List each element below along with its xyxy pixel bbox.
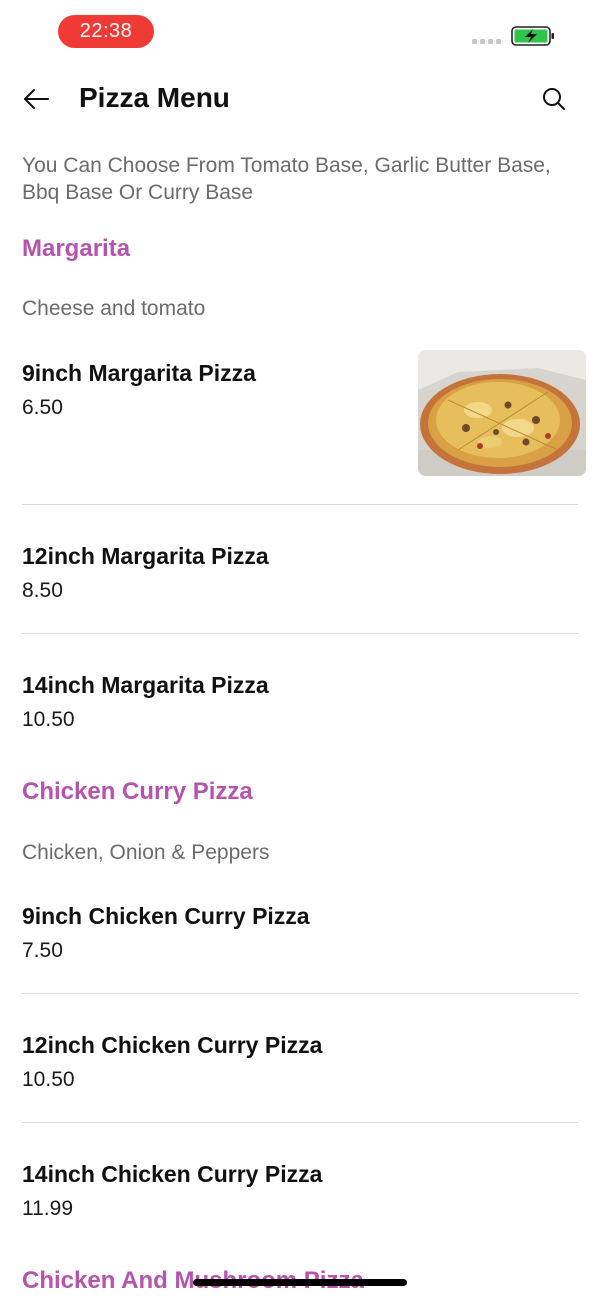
item-divider <box>22 1122 578 1123</box>
item-price: 10.50 <box>22 1068 75 1091</box>
category-description: Cheese and tomato <box>22 297 206 320</box>
menu-intro-text: You Can Choose From Tomato Base, Garlic … <box>22 154 551 204</box>
item-price: 10.50 <box>22 708 75 731</box>
menu-item[interactable]: 9inch Chicken Curry Pizza 7.50 <box>22 902 578 964</box>
category-title-margarita: Margarita <box>22 235 131 262</box>
search-button[interactable] <box>538 84 570 114</box>
pizza-image <box>418 350 586 476</box>
item-price: 8.50 <box>22 579 63 602</box>
battery-charging-icon <box>511 26 554 46</box>
status-bar: 22:38 <box>0 0 600 64</box>
item-divider <box>22 504 578 505</box>
screen: 22:38 Pizza Menu You Can Choose From Tom… <box>0 0 600 1298</box>
app-header: Pizza Menu <box>0 64 600 134</box>
page-title: Pizza Menu <box>79 82 230 113</box>
item-name: 14inch Chicken Curry Pizza <box>22 1161 323 1187</box>
item-divider <box>22 633 578 634</box>
category-description: Chicken, Onion & Peppers <box>22 841 270 864</box>
pizza-thumbnail[interactable] <box>418 350 586 476</box>
signal-icon <box>472 39 501 44</box>
home-indicator[interactable] <box>193 1279 407 1286</box>
item-price: 7.50 <box>22 939 63 962</box>
item-name: 9inch Chicken Curry Pizza <box>22 903 310 929</box>
menu-item[interactable]: 12inch Margarita Pizza 8.50 <box>22 542 578 604</box>
status-time[interactable]: 22:38 <box>58 15 154 48</box>
item-name: 12inch Chicken Curry Pizza <box>22 1032 323 1058</box>
menu-item[interactable]: 14inch Chicken Curry Pizza 11.99 <box>22 1160 578 1222</box>
menu-item[interactable]: 12inch Chicken Curry Pizza 10.50 <box>22 1031 578 1093</box>
back-button[interactable] <box>20 84 52 114</box>
item-price: 11.99 <box>22 1197 73 1220</box>
item-name: 14inch Margarita Pizza <box>22 672 269 698</box>
item-divider <box>22 993 578 994</box>
search-icon <box>543 88 565 110</box>
arrow-left-icon <box>24 89 49 109</box>
category-title-chicken-curry: Chicken Curry Pizza <box>22 778 253 805</box>
menu-item[interactable]: 14inch Margarita Pizza 10.50 <box>22 671 578 733</box>
item-name: 12inch Margarita Pizza <box>22 543 269 569</box>
